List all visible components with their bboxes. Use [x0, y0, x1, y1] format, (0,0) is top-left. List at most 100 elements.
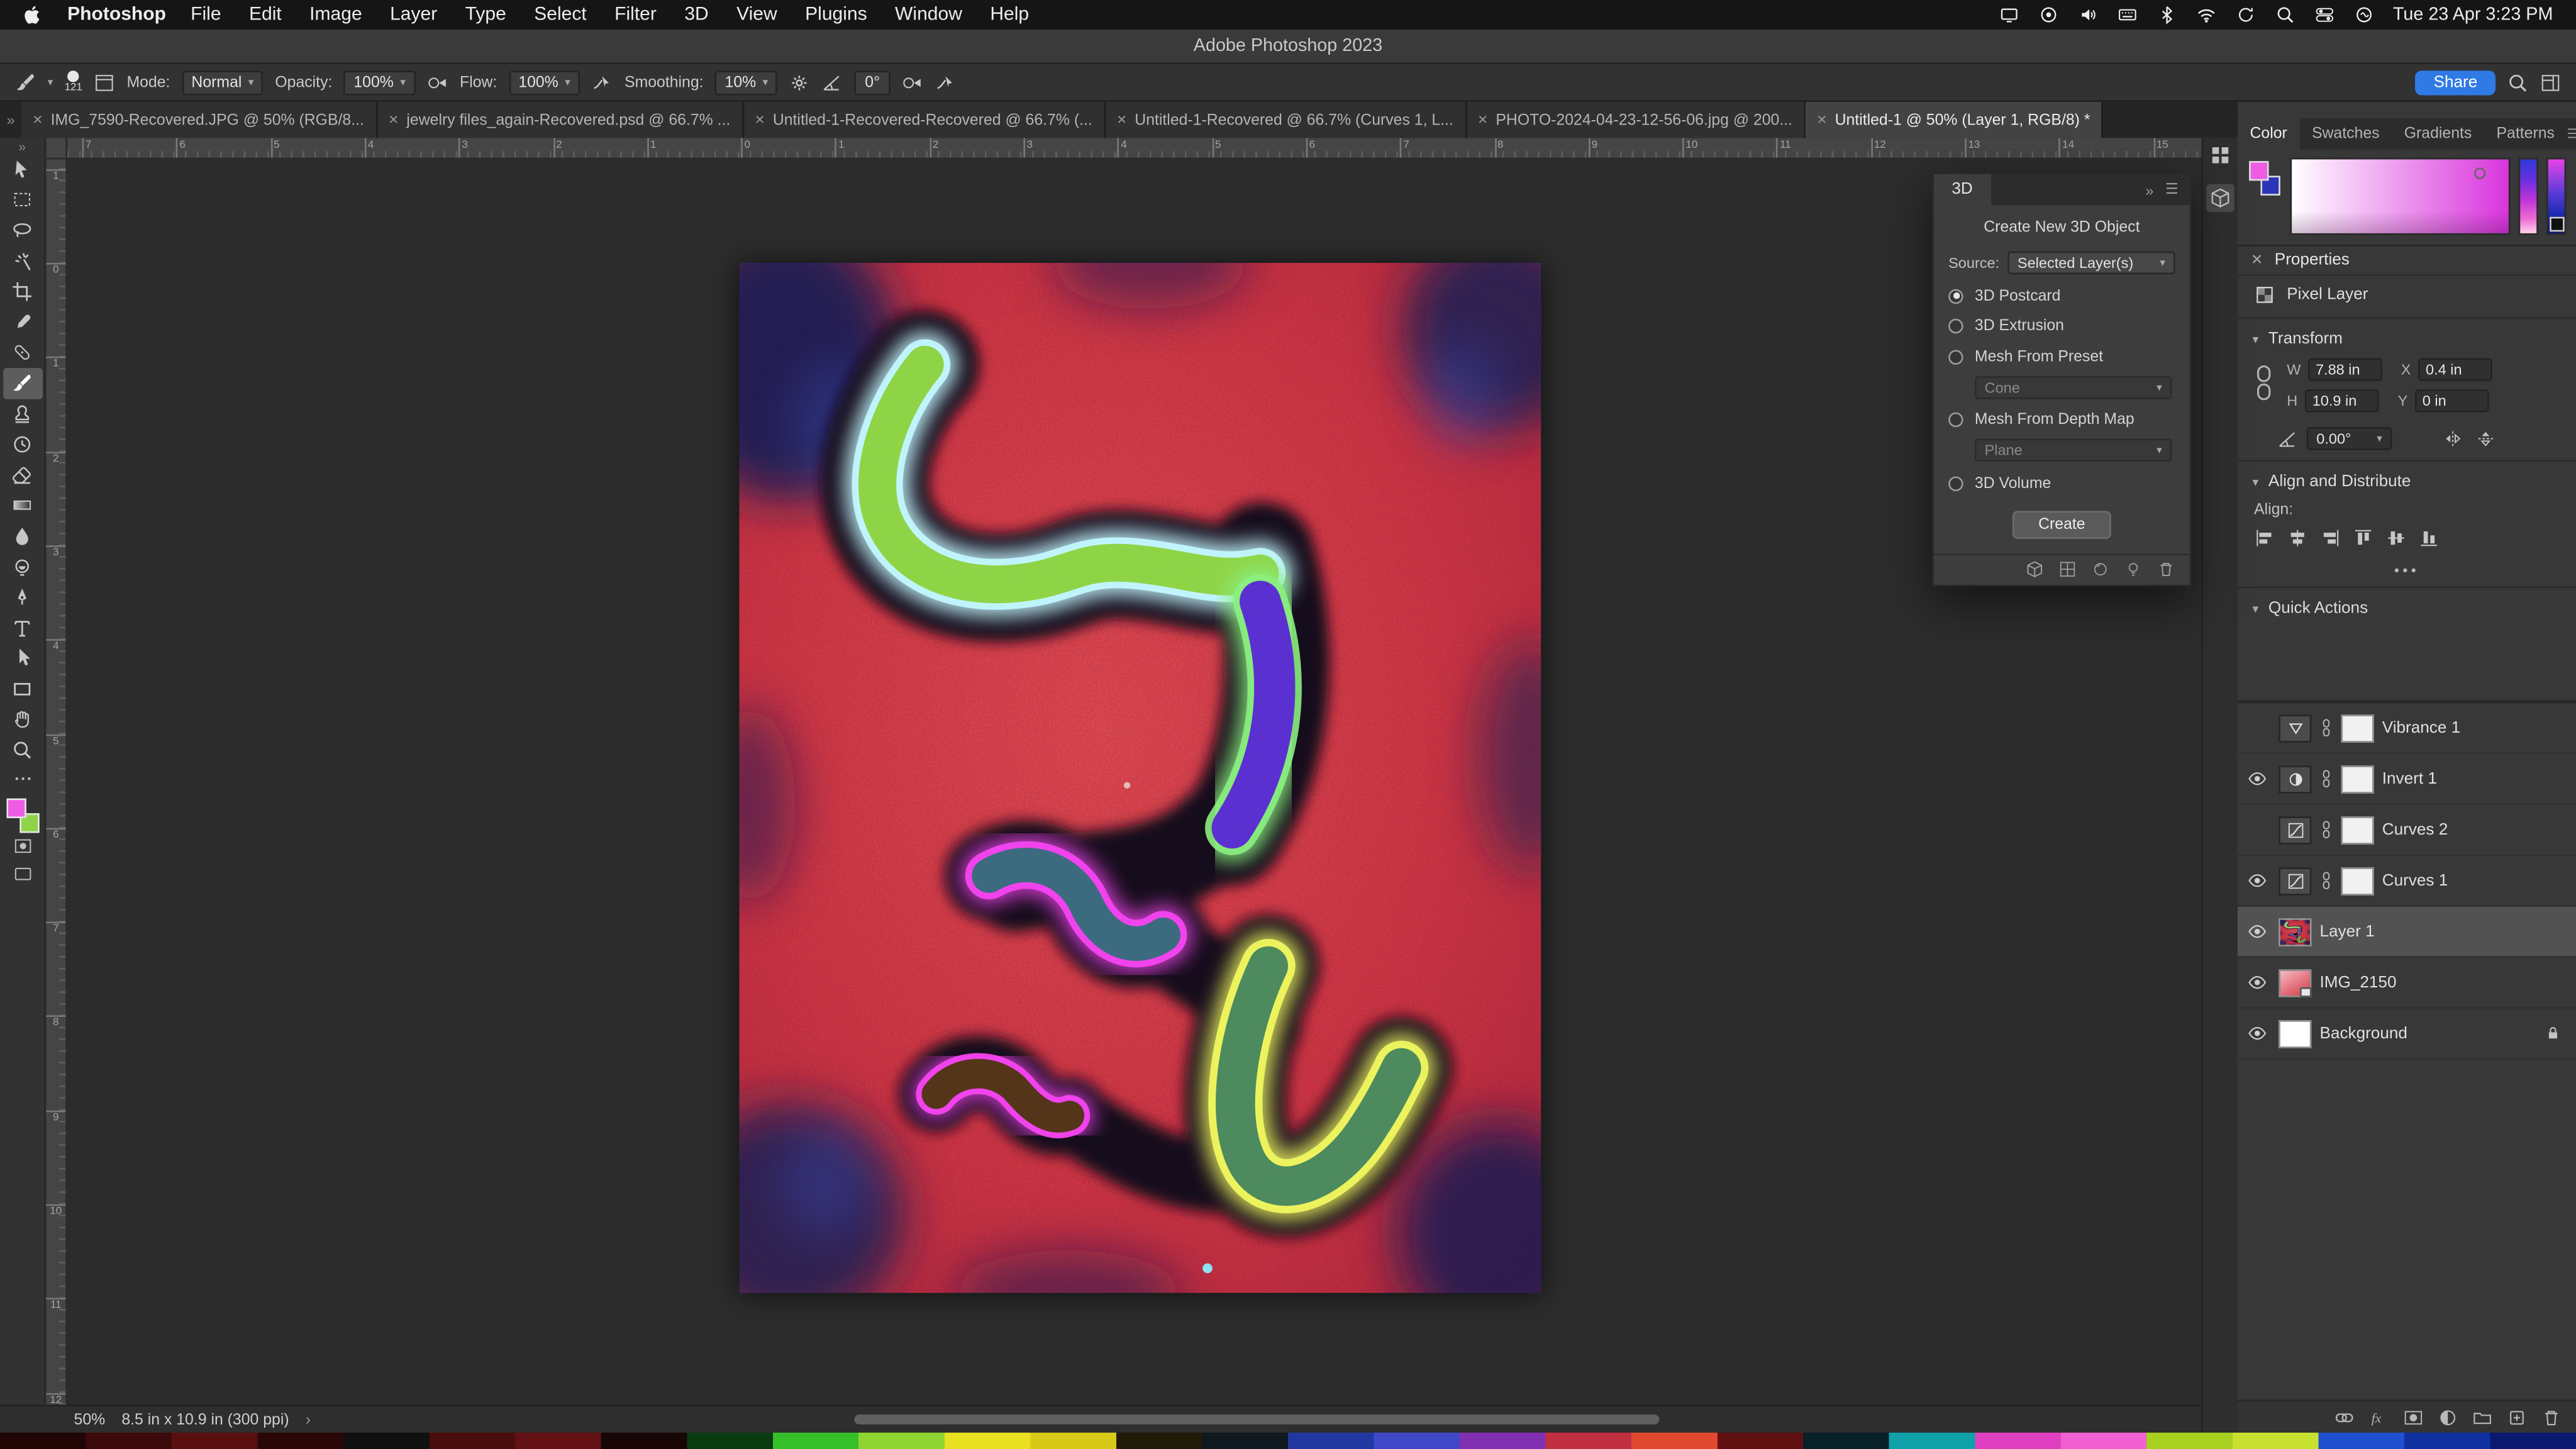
menu-3d[interactable]: 3D: [684, 5, 708, 25]
layer-row-vibrance-1[interactable]: Vibrance 1: [2238, 703, 2576, 754]
lasso-tool[interactable]: [3, 216, 42, 247]
tab-overflow-icon[interactable]: »: [0, 102, 21, 138]
layer-name[interactable]: Curves 1: [2382, 872, 2448, 890]
align-right-icon[interactable]: [2319, 528, 2341, 549]
layer-name[interactable]: Vibrance 1: [2382, 719, 2460, 737]
menu-filter[interactable]: Filter: [614, 5, 657, 25]
menu-plugins[interactable]: Plugins: [805, 5, 867, 25]
gradient-tool[interactable]: [3, 491, 42, 521]
document-tab-5[interactable]: ×PHOTO-2024-04-23-12-56-06.jpg @ 200...: [1467, 102, 1806, 138]
control-center-icon[interactable]: [2314, 5, 2334, 25]
wifi-icon[interactable]: [2196, 5, 2215, 25]
toolbar-expand-icon[interactable]: »: [18, 140, 26, 155]
fx-icon[interactable]: fx: [2369, 1407, 2389, 1426]
layer-row-layer-1[interactable]: Layer 1: [2238, 907, 2576, 958]
angle-field[interactable]: 0.00°▾: [2307, 427, 2392, 450]
toggle-brush-panel-icon[interactable]: [94, 72, 115, 93]
path-selection-tool[interactable]: [3, 643, 42, 674]
airbrush-icon[interactable]: [592, 72, 613, 93]
eraser-tool[interactable]: [3, 460, 42, 491]
layer-visibility-toggle[interactable]: [2244, 921, 2270, 941]
close-panel-icon[interactable]: ✕: [2251, 252, 2263, 270]
shortcuts-icon[interactable]: [2038, 5, 2058, 25]
flip-vertical-icon[interactable]: [2476, 429, 2496, 448]
3d-panel-tab[interactable]: 3D: [1934, 174, 1991, 206]
pen-tool[interactable]: [3, 582, 42, 613]
tab-close-icon[interactable]: ×: [33, 111, 42, 129]
keyboard-icon[interactable]: [2117, 5, 2136, 25]
document-tab-2[interactable]: ×jewelry files_again-Recovered.psd @ 66.…: [377, 102, 743, 138]
foreground-color-swatch[interactable]: [6, 798, 25, 818]
tab-close-icon[interactable]: ×: [389, 111, 398, 129]
screen-mode-button[interactable]: [3, 860, 42, 888]
layer-name[interactable]: IMG_2150: [2319, 974, 2396, 992]
vertical-ruler[interactable]: 10123456789101112: [46, 159, 67, 1404]
hand-tool[interactable]: [3, 704, 42, 735]
adjustment-layer-thumbnail[interactable]: [2279, 816, 2311, 843]
align-left-icon[interactable]: [2254, 528, 2275, 549]
3d-option-mesh-from-preset[interactable]: Mesh From Preset: [1948, 347, 2175, 365]
color-ramp[interactable]: [2546, 158, 2566, 235]
flip-horizontal-icon[interactable]: [2443, 429, 2462, 448]
3d-panel-dock-icon[interactable]: [2206, 184, 2234, 212]
material-icon[interactable]: [2091, 560, 2109, 579]
brush-preset-picker[interactable]: 121: [65, 70, 82, 94]
brush-angle-field[interactable]: 0°: [855, 70, 890, 94]
eyedropper-tool[interactable]: [3, 307, 42, 338]
3d-option-mesh-from-depth-map[interactable]: Mesh From Depth Map: [1948, 411, 2175, 429]
scene-icon[interactable]: [2026, 560, 2044, 579]
marquee-tool[interactable]: [3, 185, 42, 216]
panel-color-swatches[interactable]: [2249, 158, 2282, 235]
airbrush-mode-icon[interactable]: [934, 72, 955, 93]
menu-window[interactable]: Window: [895, 5, 962, 25]
layer-mask-thumbnail[interactable]: [2341, 765, 2373, 792]
document-tab-3[interactable]: ×Untitled-1-Recovered-Recovered @ 66.7% …: [743, 102, 1105, 138]
layer-name[interactable]: Invert 1: [2382, 770, 2437, 788]
transform-section-header[interactable]: ▾ Transform: [2238, 319, 2576, 353]
adjustment-layer-thumbnail[interactable]: [2279, 714, 2311, 741]
crop-tool[interactable]: [3, 277, 42, 308]
trash-icon[interactable]: [2157, 560, 2175, 579]
layer-row-curves-2[interactable]: Curves 2: [2238, 805, 2576, 856]
type-tool[interactable]: [3, 613, 42, 643]
saturation-brightness-field[interactable]: [2290, 158, 2510, 235]
panel-collapse-icon[interactable]: »: [2145, 182, 2153, 198]
menu-help[interactable]: Help: [990, 5, 1029, 25]
y-field[interactable]: 0 in: [2414, 389, 2489, 413]
layer-mask-thumbnail[interactable]: [2341, 816, 2373, 843]
layer-row-curves-1[interactable]: Curves 1: [2238, 856, 2576, 907]
active-tool-icon[interactable]: [15, 72, 36, 93]
workspace-switcher-icon[interactable]: [2540, 72, 2562, 93]
clone-stamp-tool[interactable]: [3, 399, 42, 430]
radio-3d-volume[interactable]: [1948, 475, 1963, 491]
tool-preset-caret-icon[interactable]: ▾: [48, 75, 53, 89]
x-field[interactable]: 0.4 in: [2418, 358, 2492, 381]
radio-3d-extrusion[interactable]: [1948, 319, 1963, 334]
3d-option-3d-postcard[interactable]: 3D Postcard: [1948, 287, 2175, 305]
align-bottom-icon[interactable]: [2418, 528, 2440, 549]
volume-icon[interactable]: [2077, 5, 2097, 25]
menu-clock[interactable]: Tue 23 Apr 3:23 PM: [2393, 5, 2553, 25]
object-selection-tool[interactable]: [3, 246, 42, 277]
layer-visibility-toggle[interactable]: [2244, 769, 2270, 789]
layer-row-invert-1[interactable]: Invert 1: [2238, 754, 2576, 805]
status-menu-icon[interactable]: ›: [306, 1411, 311, 1429]
quick-mask-button[interactable]: [3, 833, 42, 860]
document-canvas[interactable]: [740, 263, 1541, 1293]
layer-mask-thumbnail[interactable]: [2341, 867, 2373, 894]
align-center-horizontal-icon[interactable]: [2287, 528, 2308, 549]
radio-mesh-from-depth-map[interactable]: [1948, 413, 1963, 428]
layer-mask-thumbnail[interactable]: [2341, 714, 2373, 741]
menu-image[interactable]: Image: [309, 5, 362, 25]
tab-close-icon[interactable]: ×: [1817, 111, 1826, 129]
document-tab-6[interactable]: ×Untitled-1 @ 50% (Layer 1, RGB/8) *: [1806, 102, 2103, 138]
color-cursor[interactable]: [2474, 167, 2485, 179]
align-section-header[interactable]: ▾ Align and Distribute: [2238, 462, 2576, 496]
smoothing-select[interactable]: 10%▾: [715, 70, 778, 94]
menu-layer[interactable]: Layer: [390, 5, 437, 25]
horizontal-ruler[interactable]: 76543210123456789101112131415: [67, 138, 2201, 159]
zoom-tool[interactable]: [3, 735, 42, 765]
adjustment-layer-thumbnail[interactable]: [2279, 765, 2311, 792]
layer-row-img-2150[interactable]: IMG_2150: [2238, 958, 2576, 1009]
layer-visibility-toggle[interactable]: [2244, 1023, 2270, 1043]
